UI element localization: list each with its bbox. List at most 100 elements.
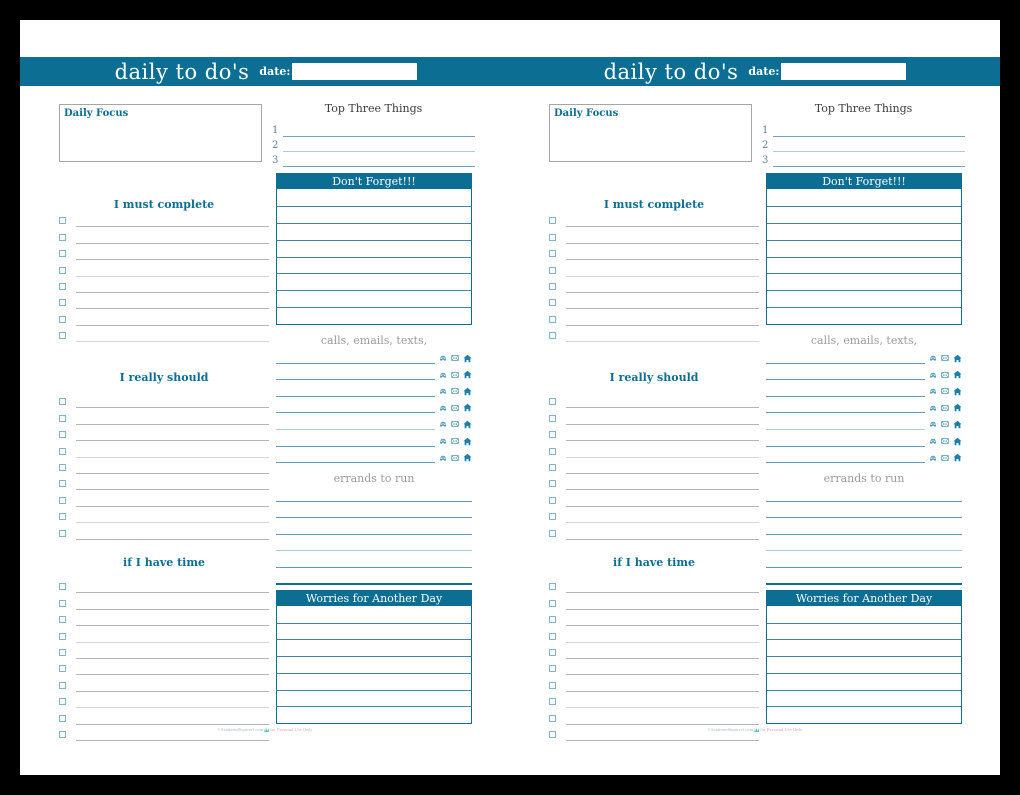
table-row[interactable] — [767, 222, 961, 240]
checklist-writing-line[interactable] — [76, 611, 269, 627]
checklist-writing-line[interactable] — [566, 393, 759, 409]
checkbox[interactable] — [59, 648, 66, 656]
checklist-row[interactable] — [549, 507, 759, 524]
table-row[interactable] — [277, 622, 471, 640]
errand-writing-line[interactable] — [276, 518, 472, 535]
checklist-row[interactable] — [59, 211, 269, 228]
contact-writing-line[interactable] — [766, 432, 925, 447]
checkbox[interactable] — [549, 217, 556, 225]
table-row[interactable] — [767, 256, 961, 274]
checklist-writing-line[interactable] — [566, 443, 759, 458]
checklist-row[interactable] — [549, 610, 759, 627]
checkbox[interactable] — [59, 513, 66, 521]
table-row[interactable] — [277, 189, 471, 206]
checkbox[interactable] — [59, 632, 66, 640]
checklist-writing-line[interactable] — [76, 628, 269, 643]
checklist-row[interactable] — [549, 326, 759, 343]
checklist-writing-line[interactable] — [566, 628, 759, 643]
checklist-row[interactable] — [59, 610, 269, 627]
checklist-writing-line[interactable] — [566, 212, 759, 228]
checkbox[interactable] — [549, 282, 556, 290]
checklist-writing-line[interactable] — [566, 508, 759, 524]
checkbox[interactable] — [59, 266, 66, 274]
checklist-row[interactable] — [549, 227, 759, 244]
checklist-writing-line[interactable] — [76, 459, 269, 474]
errand-writing-line[interactable] — [276, 551, 472, 568]
checklist-row[interactable] — [59, 425, 269, 442]
contact-row[interactable] — [766, 413, 962, 430]
checkbox[interactable] — [59, 447, 66, 455]
checkbox[interactable] — [59, 431, 66, 439]
checkbox[interactable] — [59, 698, 66, 706]
checklist-row[interactable] — [549, 260, 759, 277]
contact-writing-line[interactable] — [766, 415, 925, 430]
checklist-row[interactable] — [549, 211, 759, 228]
checklist-writing-line[interactable] — [76, 644, 269, 659]
checklist-row[interactable] — [549, 244, 759, 261]
checkbox[interactable] — [59, 714, 66, 722]
checkbox[interactable] — [59, 282, 66, 290]
table-row[interactable] — [767, 307, 961, 324]
checkbox[interactable] — [59, 315, 66, 323]
checklist-row[interactable] — [549, 593, 759, 610]
checklist-row[interactable] — [549, 309, 759, 326]
checkbox[interactable] — [549, 648, 556, 656]
checklist-row[interactable] — [549, 392, 759, 409]
checklist-row[interactable] — [549, 626, 759, 643]
checklist-writing-line[interactable] — [76, 475, 269, 491]
contact-writing-line[interactable] — [766, 398, 925, 414]
checklist-writing-line[interactable] — [566, 611, 759, 627]
checklist-writing-line[interactable] — [566, 410, 759, 425]
daily-focus-box[interactable]: Daily Focus — [59, 104, 262, 162]
checklist-writing-line[interactable] — [76, 492, 269, 507]
table-row[interactable] — [277, 672, 471, 690]
table-row[interactable] — [767, 622, 961, 640]
errand-writing-line[interactable] — [766, 551, 962, 568]
checklist-row[interactable] — [59, 392, 269, 409]
errand-writing-line[interactable] — [766, 518, 962, 535]
top-three-item[interactable]: 1 — [762, 122, 965, 137]
checklist-writing-line[interactable] — [566, 492, 759, 507]
checkbox[interactable] — [59, 414, 66, 422]
checklist-writing-line[interactable] — [76, 212, 269, 228]
checklist-row[interactable] — [59, 708, 269, 725]
top-three-writing-line[interactable] — [773, 139, 965, 152]
checklist-row[interactable] — [59, 692, 269, 709]
contact-writing-line[interactable] — [276, 398, 435, 414]
checklist-row[interactable] — [59, 593, 269, 610]
checklist-row[interactable] — [59, 326, 269, 343]
checklist-writing-line[interactable] — [76, 393, 269, 409]
checklist-row[interactable] — [59, 458, 269, 474]
checkbox[interactable] — [549, 250, 556, 258]
checkbox[interactable] — [549, 632, 556, 640]
contact-writing-line[interactable] — [766, 365, 925, 381]
checklist-writing-line[interactable] — [566, 525, 759, 540]
checklist-writing-line[interactable] — [566, 278, 759, 293]
table-row[interactable] — [767, 656, 961, 673]
checklist-row[interactable] — [59, 659, 269, 676]
checklist-writing-line[interactable] — [76, 245, 269, 261]
contact-row[interactable] — [766, 430, 962, 447]
checklist-writing-line[interactable] — [76, 229, 269, 244]
contact-row[interactable] — [276, 447, 472, 464]
checklist-row[interactable] — [549, 441, 759, 458]
checkbox[interactable] — [59, 496, 66, 504]
table-row[interactable] — [277, 656, 471, 673]
table-row[interactable] — [277, 222, 471, 240]
table-row[interactable] — [277, 256, 471, 274]
checklist-writing-line[interactable] — [566, 475, 759, 491]
checklist-writing-line[interactable] — [76, 525, 269, 540]
checklist-writing-line[interactable] — [566, 710, 759, 725]
top-three-writing-line[interactable] — [773, 124, 965, 137]
checklist-row[interactable] — [549, 474, 759, 491]
contact-row[interactable] — [276, 364, 472, 381]
checklist-row[interactable] — [549, 458, 759, 474]
checklist-writing-line[interactable] — [566, 262, 759, 277]
errand-writing-line[interactable] — [766, 502, 962, 519]
errand-writing-line[interactable] — [766, 535, 962, 552]
top-three-writing-line[interactable] — [283, 154, 475, 167]
checkbox[interactable] — [549, 496, 556, 504]
checklist-row[interactable] — [549, 293, 759, 310]
top-three-item[interactable]: 2 — [762, 137, 965, 152]
contact-writing-line[interactable] — [276, 415, 435, 430]
